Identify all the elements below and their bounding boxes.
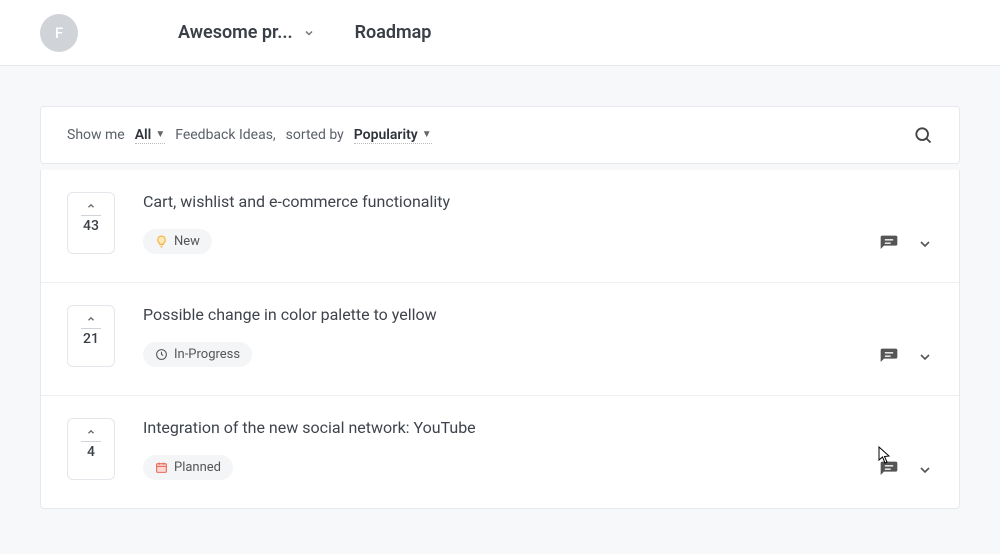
chevron-up-icon bbox=[85, 314, 97, 324]
project-dropdown[interactable]: Awesome pr... bbox=[178, 22, 315, 43]
chevron-down-icon[interactable] bbox=[917, 349, 933, 365]
card-title[interactable]: Integration of the new social network: Y… bbox=[143, 418, 933, 437]
status-label: In-Progress bbox=[174, 347, 240, 362]
status-badge: In-Progress bbox=[143, 342, 252, 367]
card-title[interactable]: Possible change in color palette to yell… bbox=[143, 305, 933, 324]
chevron-down-icon: ▼ bbox=[155, 129, 165, 140]
comment-icon[interactable] bbox=[879, 234, 899, 254]
calendar-icon bbox=[155, 461, 168, 474]
upvote-button[interactable]: 43 bbox=[67, 192, 115, 254]
filter-type-dropdown[interactable]: All ▼ bbox=[135, 127, 166, 144]
chevron-up-icon bbox=[85, 427, 97, 437]
filter-sort-value: Popularity bbox=[354, 127, 418, 143]
vote-count: 4 bbox=[81, 441, 101, 460]
filter-type-value: All bbox=[135, 127, 152, 143]
status-badge: Planned bbox=[143, 455, 233, 480]
chevron-down-icon bbox=[303, 27, 315, 39]
feedback-card: 4 Integration of the new social network:… bbox=[41, 396, 959, 508]
status-badge: New bbox=[143, 229, 212, 254]
search-icon[interactable] bbox=[913, 125, 933, 145]
card-actions bbox=[879, 234, 933, 254]
feedback-card: 43 Cart, wishlist and e-commerce functio… bbox=[41, 170, 959, 283]
upvote-button[interactable]: 21 bbox=[67, 305, 115, 367]
status-label: Planned bbox=[174, 460, 221, 475]
main-container: Show me All ▼ Feedback Ideas, sorted by … bbox=[0, 66, 1000, 509]
nav-roadmap-label: Roadmap bbox=[355, 22, 432, 43]
card-body: Integration of the new social network: Y… bbox=[115, 418, 933, 480]
avatar-letter: F bbox=[55, 24, 63, 42]
filter-bar: Show me All ▼ Feedback Ideas, sorted by … bbox=[40, 106, 960, 164]
chevron-down-icon[interactable] bbox=[917, 462, 933, 478]
card-body: Possible change in color palette to yell… bbox=[115, 305, 933, 367]
nav-roadmap[interactable]: Roadmap bbox=[355, 22, 432, 43]
card-actions bbox=[879, 460, 933, 480]
upvote-button[interactable]: 4 bbox=[67, 418, 115, 480]
comment-icon[interactable] bbox=[879, 460, 899, 480]
chevron-down-icon[interactable] bbox=[917, 236, 933, 252]
filter-sort-dropdown[interactable]: Popularity ▼ bbox=[354, 127, 432, 144]
vote-count: 21 bbox=[81, 328, 101, 347]
header: F Awesome pr... Roadmap bbox=[0, 0, 1000, 66]
filter-sorted-by-label: sorted by bbox=[286, 127, 344, 143]
card-title[interactable]: Cart, wishlist and e-commerce functional… bbox=[143, 192, 933, 211]
status-label: New bbox=[174, 234, 200, 249]
feedback-list: 43 Cart, wishlist and e-commerce functio… bbox=[40, 170, 960, 509]
vote-count: 43 bbox=[81, 215, 101, 234]
avatar[interactable]: F bbox=[40, 14, 78, 52]
filter-show-me-label: Show me bbox=[67, 127, 125, 143]
card-body: Cart, wishlist and e-commerce functional… bbox=[115, 192, 933, 254]
bulb-icon bbox=[155, 235, 168, 248]
comment-icon[interactable] bbox=[879, 347, 899, 367]
card-actions bbox=[879, 347, 933, 367]
chevron-down-icon: ▼ bbox=[422, 129, 432, 140]
filter-ideas-label: Feedback Ideas, bbox=[175, 127, 275, 143]
project-name: Awesome pr... bbox=[178, 22, 293, 43]
clock-icon bbox=[155, 348, 168, 361]
chevron-up-icon bbox=[85, 201, 97, 211]
feedback-card: 21 Possible change in color palette to y… bbox=[41, 283, 959, 396]
